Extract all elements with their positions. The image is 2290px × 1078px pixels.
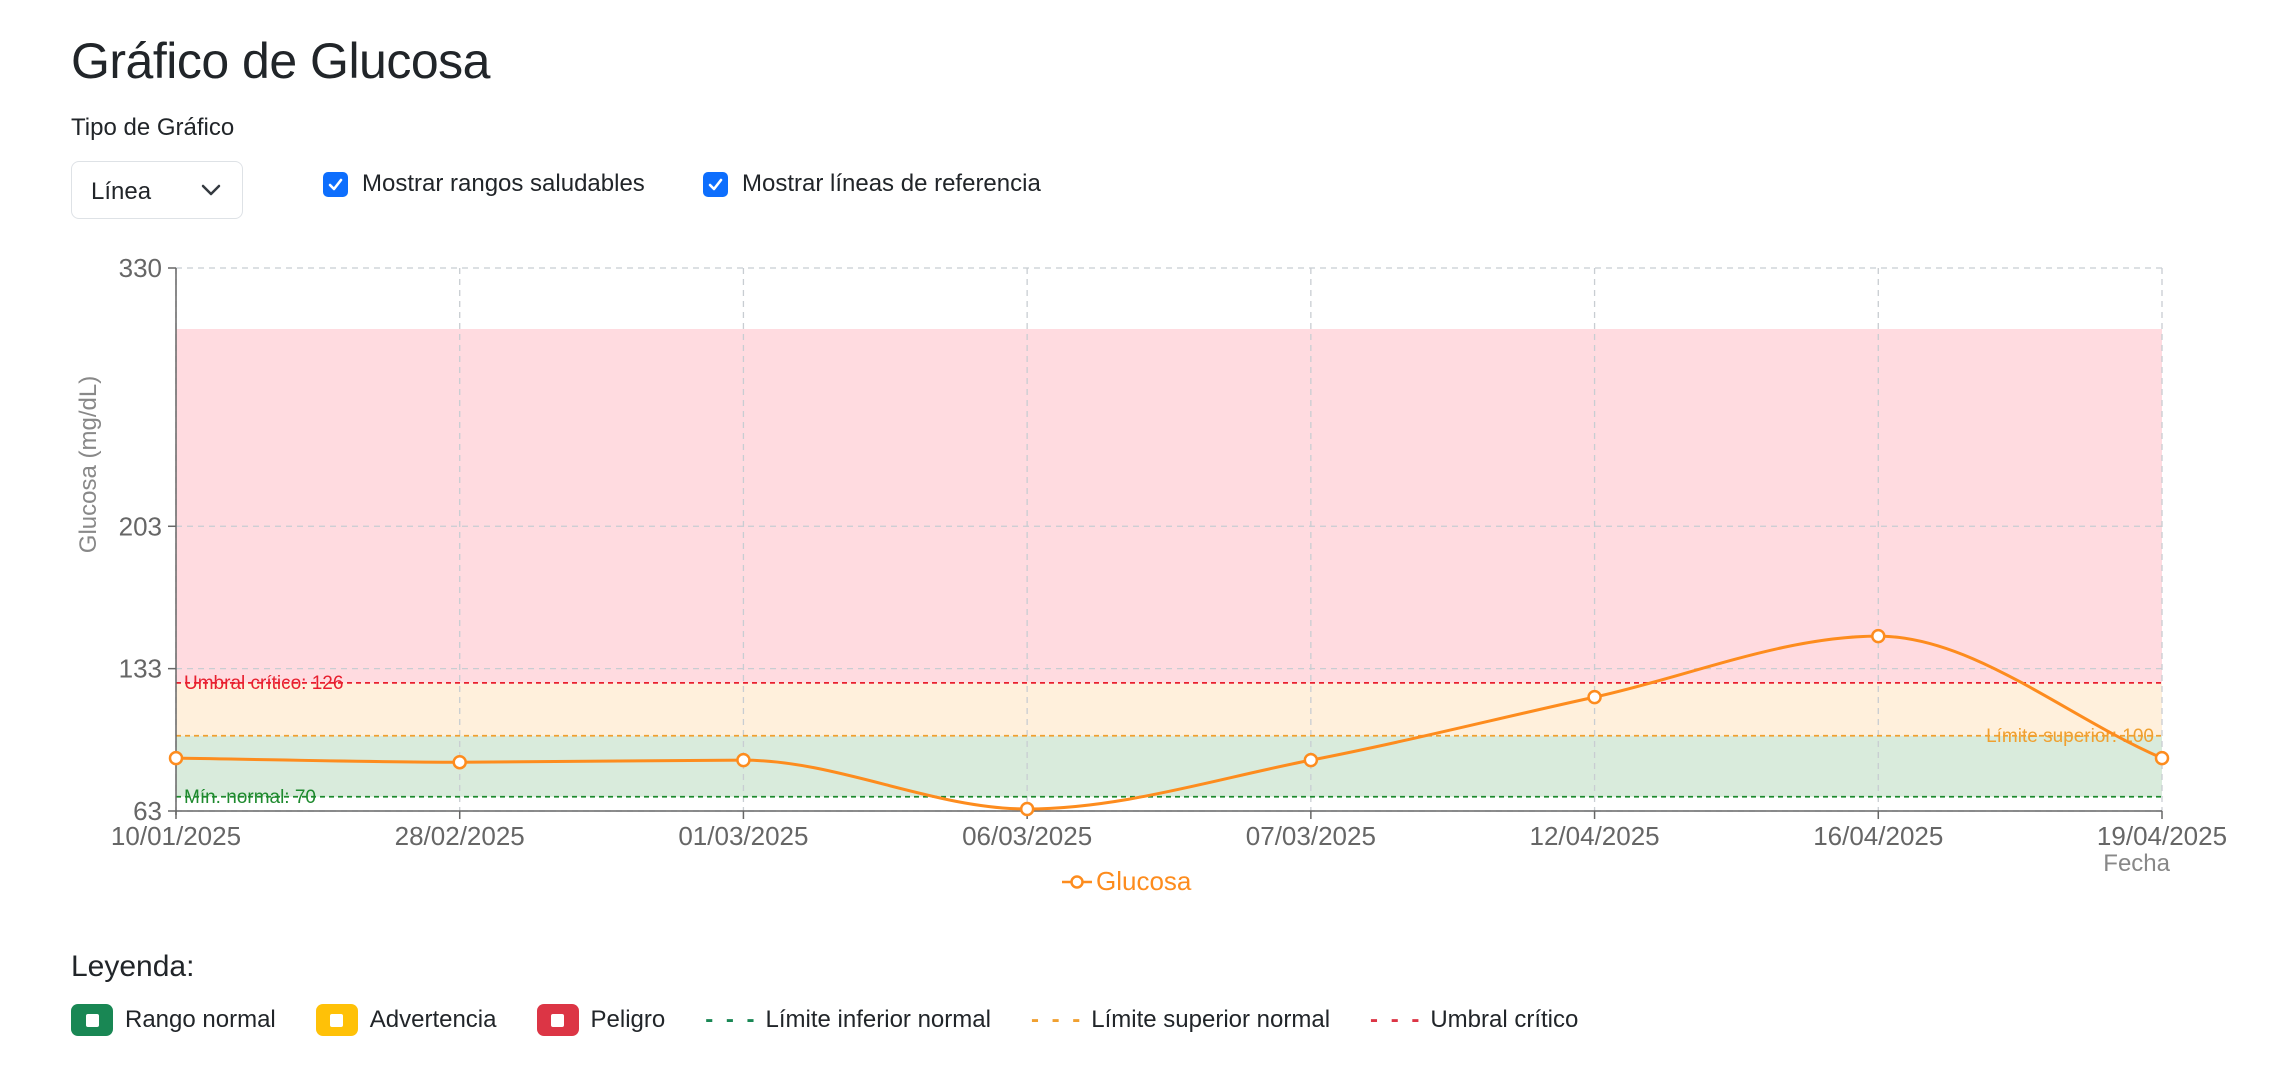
- legend-item-label: Rango normal: [125, 1006, 276, 1033]
- legend-swatch-icon: [315, 1004, 358, 1036]
- series-legend-label: Glucosa: [1096, 866, 1192, 896]
- x-tick-label: 07/03/2025: [1246, 821, 1376, 851]
- data-point: [168, 750, 184, 766]
- x-axis-label: Fecha: [2103, 850, 2170, 877]
- range-band: [176, 735, 2162, 797]
- y-axis-label: Glucosa (mg/dL): [75, 376, 102, 553]
- data-point: [452, 754, 467, 770]
- y-tick-label: 133: [119, 654, 162, 684]
- data-point: [1303, 752, 1319, 768]
- x-tick-label: 12/04/2025: [1530, 821, 1660, 851]
- series-legend-marker: [1070, 875, 1084, 889]
- legend-item-label: Advertencia: [369, 1006, 497, 1033]
- legend: Rango normal Advertencia Peligro - - - Límit…: [71, 1002, 1618, 1038]
- range-band: [176, 682, 2162, 736]
- legend-dashed-line-icon: - - -: [705, 1006, 758, 1033]
- y-tick-label: 330: [119, 253, 162, 283]
- x-tick-label: 28/02/2025: [395, 821, 525, 851]
- legend-item: - - - Umbral crítico: [1370, 1006, 1578, 1034]
- legend-swatch-icon: [536, 1004, 579, 1036]
- legend-item-label: Límite inferior normal: [765, 1006, 991, 1033]
- range-band: [176, 329, 2162, 683]
- data-point: [1019, 801, 1035, 817]
- x-tick-label: 16/04/2025: [1813, 821, 1943, 851]
- legend-item: Peligro: [536, 1004, 666, 1036]
- data-point: [2154, 750, 2170, 766]
- legend-item-label: Umbral crítico: [1430, 1006, 1579, 1033]
- x-tick-label: 06/03/2025: [962, 821, 1092, 851]
- legend-item-label: Peligro: [590, 1006, 666, 1033]
- x-tick-label: 19/04/2025: [2097, 821, 2227, 851]
- legend-item: Rango normal: [71, 1004, 276, 1036]
- x-tick-label: 01/03/2025: [678, 821, 808, 851]
- glucose-chart: Umbral crítico: 126Límite superior: 100M…: [75, 253, 2227, 896]
- reference-line-label: Umbral crítico: 126: [184, 673, 343, 694]
- legend-dashed-line-icon: - - -: [1030, 1006, 1084, 1033]
- legend-item-label: Límite superior normal: [1091, 1006, 1331, 1033]
- legend-dashed-line-icon: - - -: [1370, 1006, 1423, 1033]
- data-point: [1871, 628, 1886, 644]
- legend-item: Advertencia: [315, 1004, 497, 1036]
- data-point: [1587, 689, 1602, 705]
- legend-title: Leyenda:: [71, 950, 195, 983]
- y-tick-label: 203: [119, 511, 162, 541]
- legend-item: - - - Límite superior normal: [1031, 1006, 1330, 1034]
- x-tick-label: 10/01/2025: [111, 821, 241, 851]
- data-point: [736, 752, 751, 768]
- legend-item: - - - Límite inferior normal: [705, 1006, 991, 1034]
- legend-swatch-icon: [71, 1004, 113, 1036]
- reference-line-label: Mín. normal: 70: [184, 787, 316, 808]
